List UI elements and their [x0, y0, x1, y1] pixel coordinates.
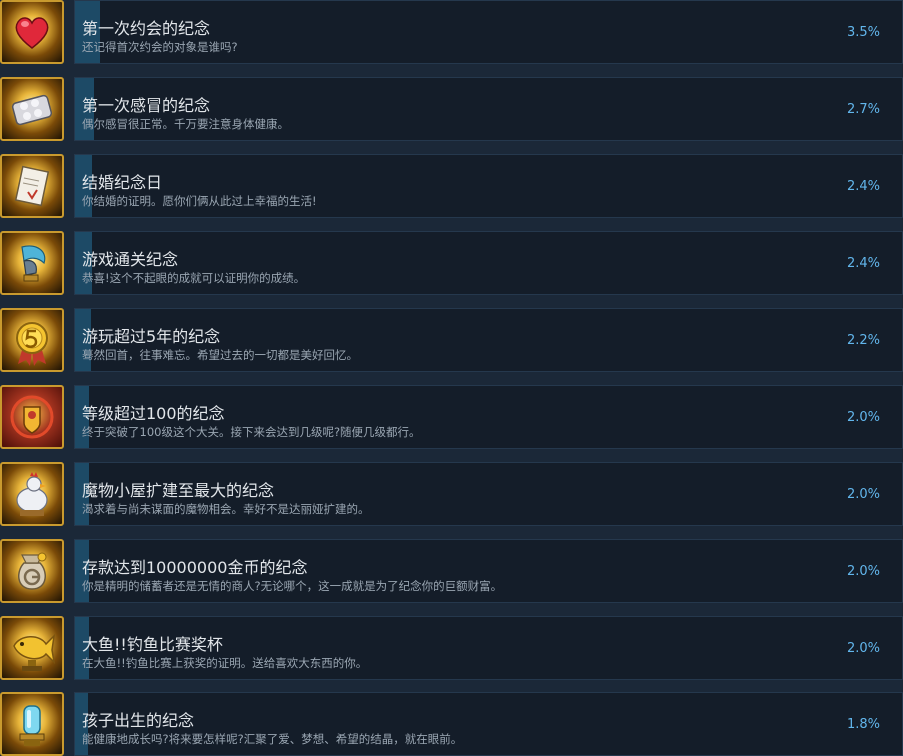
- achievement-bar: 孩子出生的纪念 能健康地成长吗?将来要怎样呢?汇聚了爱、梦想、希望的结晶，就在眼…: [74, 692, 903, 756]
- achievement-row: 等级超过100的纪念 终于突破了100级这个大关。接下来会达到几级呢?随便几级都…: [0, 385, 903, 449]
- achievement-title: 孩子出生的纪念: [82, 711, 195, 730]
- achievement-bar: 魔物小屋扩建至最大的纪念 渴求着与尚未谋面的魔物相会。幸好不是达丽娅扩建的。 2…: [74, 462, 903, 526]
- achievement-row: 存款达到10000000金币的纪念 你是精明的储蓄者还是无情的商人?无论哪个，这…: [0, 539, 903, 603]
- achievement-row: 结婚纪念日 你结婚的证明。愿你们俩从此过上幸福的生活! 2.4%: [0, 154, 903, 218]
- unlock-percent: 2.7%: [846, 102, 880, 117]
- achievement-title: 魔物小屋扩建至最大的纪念: [82, 481, 275, 500]
- achievement-bar: 游玩超过5年的纪念 蓦然回首，往事难忘。希望过去的一切都是美好回忆。 2.2%: [74, 308, 903, 372]
- money-bag-icon: [0, 539, 64, 603]
- achievement-title: 大鱼!!钓鱼比赛奖杯: [82, 635, 223, 654]
- trophy-wing-icon: [0, 231, 64, 295]
- achievement-description: 还记得首次约会的对象是谁吗?: [82, 40, 238, 54]
- achievement-description: 偶尔感冒很正常。千万要注意身体健康。: [82, 117, 289, 131]
- achievement-title: 存款达到10000000金币的纪念: [82, 558, 308, 577]
- achievement-title: 第一次约会的纪念: [82, 19, 211, 38]
- achievement-bar: 存款达到10000000金币的纪念 你是精明的储蓄者还是无情的商人?无论哪个，这…: [74, 539, 903, 603]
- unlock-percent: 2.0%: [846, 487, 880, 502]
- achievement-description: 恭喜!这个不起眼的成就可以证明你的成绩。: [82, 271, 306, 285]
- achievement-title: 游戏通关纪念: [82, 250, 179, 269]
- unlock-percent: 2.4%: [846, 179, 880, 194]
- achievement-description: 能健康地成长吗?将来要怎样呢?汇聚了爱、梦想、希望的结晶，就在眼前。: [82, 732, 463, 746]
- unlock-percent: 2.2%: [846, 333, 880, 348]
- achievement-description: 你结婚的证明。愿你们俩从此过上幸福的生活!: [82, 194, 317, 208]
- achievement-title: 游玩超过5年的纪念: [82, 327, 221, 346]
- achievement-description: 你是精明的储蓄者还是无情的商人?无论哪个，这一成就是为了纪念你的巨额财富。: [82, 579, 503, 593]
- achievement-bar: 大鱼!!钓鱼比赛奖杯 在大鱼!!钓鱼比赛上获奖的证明。送给喜欢大东西的你。 2.…: [74, 616, 903, 680]
- unlock-percent: 2.0%: [846, 641, 880, 656]
- fish-trophy-icon: [0, 616, 64, 680]
- achievement-row: 第一次感冒的纪念 偶尔感冒很正常。千万要注意身体健康。 2.7%: [0, 77, 903, 141]
- medal-5-icon: [0, 308, 64, 372]
- achievement-description: 终于突破了100级这个大关。接下来会达到几级呢?随便几级都行。: [82, 425, 421, 439]
- crest-icon: [0, 385, 64, 449]
- unlock-percent: 2.0%: [846, 410, 880, 425]
- achievement-bar: 等级超过100的纪念 终于突破了100级这个大关。接下来会达到几级呢?随便几级都…: [74, 385, 903, 449]
- achievement-bar: 结婚纪念日 你结婚的证明。愿你们俩从此过上幸福的生活! 2.4%: [74, 154, 903, 218]
- achievement-bar: 第一次约会的纪念 还记得首次约会的对象是谁吗? 3.5%: [74, 0, 903, 64]
- achievement-row: 第一次约会的纪念 还记得首次约会的对象是谁吗? 3.5%: [0, 0, 903, 64]
- chicken-icon: [0, 462, 64, 526]
- achievement-row: 孩子出生的纪念 能健康地成长吗?将来要怎样呢?汇聚了爱、梦想、希望的结晶，就在眼…: [0, 692, 903, 756]
- achievement-row: 游戏通关纪念 恭喜!这个不起眼的成就可以证明你的成绩。 2.4%: [0, 231, 903, 295]
- heart-icon: [0, 0, 64, 64]
- achievement-bar: 第一次感冒的纪念 偶尔感冒很正常。千万要注意身体健康。 2.7%: [74, 77, 903, 141]
- achievement-row: 大鱼!!钓鱼比赛奖杯 在大鱼!!钓鱼比赛上获奖的证明。送给喜欢大东西的你。 2.…: [0, 616, 903, 680]
- unlock-percent: 2.0%: [846, 564, 880, 579]
- achievement-row: 游玩超过5年的纪念 蓦然回首，往事难忘。希望过去的一切都是美好回忆。 2.2%: [0, 308, 903, 372]
- achievement-row: 魔物小屋扩建至最大的纪念 渴求着与尚未谋面的魔物相会。幸好不是达丽娅扩建的。 2…: [0, 462, 903, 526]
- achievement-description: 蓦然回首，往事难忘。希望过去的一切都是美好回忆。: [82, 348, 358, 362]
- unlock-percent: 3.5%: [846, 25, 880, 40]
- crystal-icon: [0, 692, 64, 756]
- unlock-percent: 1.8%: [846, 717, 880, 732]
- unlock-percent: 2.4%: [846, 256, 880, 271]
- achievement-description: 渴求着与尚未谋面的魔物相会。幸好不是达丽娅扩建的。: [82, 502, 370, 516]
- certificate-icon: [0, 154, 64, 218]
- pill-pack-icon: [0, 77, 64, 141]
- achievement-title: 第一次感冒的纪念: [82, 96, 211, 115]
- achievement-title: 结婚纪念日: [82, 173, 163, 192]
- achievement-bar: 游戏通关纪念 恭喜!这个不起眼的成就可以证明你的成绩。 2.4%: [74, 231, 903, 295]
- achievement-title: 等级超过100的纪念: [82, 404, 225, 423]
- achievement-description: 在大鱼!!钓鱼比赛上获奖的证明。送给喜欢大东西的你。: [82, 656, 368, 670]
